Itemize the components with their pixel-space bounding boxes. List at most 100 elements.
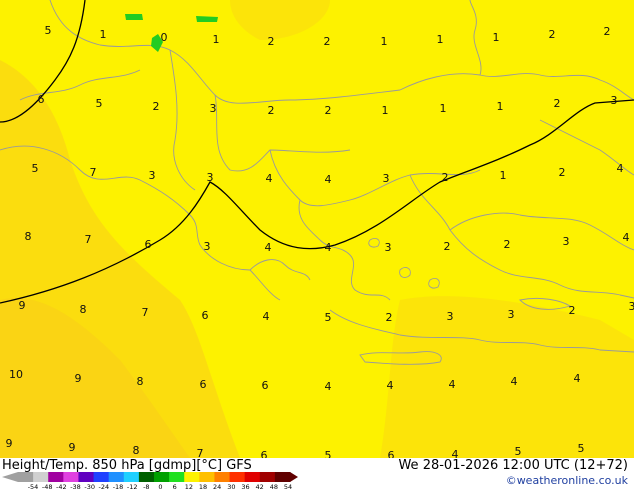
temperature-label: 8 bbox=[25, 230, 32, 243]
temperature-label: 5 bbox=[578, 442, 585, 455]
temperature-label: 2 bbox=[324, 35, 331, 48]
colorbar-segment bbox=[199, 472, 215, 482]
temperature-label: 4 bbox=[511, 375, 518, 388]
colorbar-segment bbox=[63, 472, 79, 482]
temperature-label: 5 bbox=[325, 311, 332, 324]
temperature-label: 5 bbox=[45, 24, 52, 37]
temperature-label: 3 bbox=[207, 171, 214, 184]
colorbar-right-arrow bbox=[290, 472, 298, 482]
temperature-label: 5 bbox=[325, 449, 332, 458]
temperature-label: 3 bbox=[210, 102, 217, 115]
temperature-label: 3 bbox=[204, 240, 211, 253]
temperature-label: 2 bbox=[554, 97, 561, 110]
colorbar-segment bbox=[124, 472, 140, 482]
colorbar-segment bbox=[260, 472, 276, 482]
temperature-label: 6 bbox=[262, 379, 269, 392]
temperature-colorbar bbox=[0, 471, 300, 483]
temperature-label: 2 bbox=[268, 104, 275, 117]
colorbar-segment bbox=[154, 472, 170, 482]
cold-patch bbox=[125, 14, 143, 20]
temperature-label: 5 bbox=[96, 97, 103, 110]
colorbar-left-arrow bbox=[2, 472, 18, 482]
temperature-label: 7 bbox=[85, 233, 92, 246]
temperature-label: 9 bbox=[75, 372, 82, 385]
temperature-label: 9 bbox=[6, 437, 13, 450]
temperature-label: 6 bbox=[38, 93, 45, 106]
temperature-label: 2 bbox=[604, 25, 611, 38]
temperature-label: 2 bbox=[268, 35, 275, 48]
temperature-label: 1 bbox=[437, 33, 444, 46]
colorbar-segment bbox=[139, 472, 155, 482]
temperature-label: 2 bbox=[504, 238, 511, 251]
colorbar-segment bbox=[169, 472, 185, 482]
temperature-label: 5 bbox=[32, 162, 39, 175]
temperature-label: 4 bbox=[387, 379, 394, 392]
temperature-label: 4 bbox=[325, 380, 332, 393]
temperature-label: 2 bbox=[549, 28, 556, 41]
temperature-label: 4 bbox=[325, 241, 332, 254]
temperature-label: 2 bbox=[386, 311, 393, 324]
temperature-label: 4 bbox=[574, 372, 581, 385]
temperature-label: 4 bbox=[263, 310, 270, 323]
colorbar-segment bbox=[214, 472, 230, 482]
temperature-label: 7 bbox=[197, 447, 204, 458]
colorbar-segment bbox=[94, 472, 110, 482]
map-canvas: 5 10 1 2 2 1 1 1 2 2 6 5 2 3 2 2 1 1 1 2 3 5 7 3 3 4 4 3 2 1 2 4 8 7 6 3 4 4 3… bbox=[0, 0, 634, 458]
colorbar-segment bbox=[18, 472, 34, 482]
valid-time: We 28-01-2026 12:00 UTC (12+72) bbox=[398, 458, 628, 473]
temperature-label: 4 bbox=[266, 172, 273, 185]
temperature-label: 2 bbox=[444, 240, 451, 253]
temperature-label: 3 bbox=[508, 308, 515, 321]
temperature-label: 4 bbox=[265, 241, 272, 254]
temperature-label: 3 bbox=[385, 241, 392, 254]
temperature-label: 3 bbox=[149, 169, 156, 182]
temperature-label: 8 bbox=[80, 303, 87, 316]
temperature-label: 4 bbox=[452, 448, 459, 458]
temperature-label: 4 bbox=[325, 173, 332, 186]
temperature-label: 5 bbox=[515, 445, 522, 458]
temperature-label: 1 bbox=[100, 28, 107, 41]
temperature-label: 10 bbox=[9, 368, 23, 381]
temperature-label: 2 bbox=[559, 166, 566, 179]
temperature-label: 3 bbox=[563, 235, 570, 248]
temperature-label: 6 bbox=[202, 309, 209, 322]
temperature-label: 7 bbox=[90, 166, 97, 179]
temperature-label: 6 bbox=[200, 378, 207, 391]
temperature-label: 2 bbox=[325, 104, 332, 117]
temperature-label: 3 bbox=[611, 94, 618, 107]
temperature-label: 2 bbox=[153, 100, 160, 113]
temperature-label: 7 bbox=[142, 306, 149, 319]
temperature-label: 0 bbox=[161, 31, 168, 44]
temperature-label: 3 bbox=[383, 172, 390, 185]
colorbar-segment bbox=[48, 472, 64, 482]
colorbar-segment bbox=[245, 472, 261, 482]
temperature-label: 3 bbox=[629, 300, 634, 313]
temperature-label: 9 bbox=[19, 299, 26, 312]
colorbar-segment bbox=[33, 472, 49, 482]
temperature-label: 8 bbox=[137, 375, 144, 388]
temperature-label: 4 bbox=[449, 378, 456, 391]
colorbar-segment bbox=[230, 472, 246, 482]
temperature-label: 8 bbox=[133, 444, 140, 457]
temperature-label: 6 bbox=[261, 449, 268, 458]
colorbar-segment bbox=[78, 472, 94, 482]
temperature-label: 1 bbox=[382, 104, 389, 117]
temperature-label: 1 bbox=[500, 169, 507, 182]
temperature-label: 1 bbox=[493, 31, 500, 44]
temperature-label: 2 bbox=[569, 304, 576, 317]
temperature-label: 1 bbox=[381, 35, 388, 48]
cold-patch bbox=[196, 16, 218, 22]
temperature-label: 1 bbox=[440, 102, 447, 115]
weather-map: 5 10 1 2 2 1 1 1 2 2 6 5 2 3 2 2 1 1 1 2 3 5 7 3 3 4 4 3 2 1 2 4 8 7 6 3 4 4 3… bbox=[0, 0, 634, 458]
temperature-label: 6 bbox=[388, 449, 395, 458]
colorbar-segment bbox=[275, 472, 291, 482]
site-credit-link[interactable]: ©weatheronline.co.uk bbox=[506, 474, 628, 487]
colorbar-segment bbox=[109, 472, 125, 482]
temperature-label: 1 bbox=[213, 33, 220, 46]
temperature-label: 4 bbox=[623, 231, 630, 244]
temperature-label: 6 bbox=[145, 238, 152, 251]
temperature-label: 2 bbox=[442, 171, 449, 184]
temperature-label: 3 bbox=[447, 310, 454, 323]
temperature-label: 4 bbox=[617, 162, 624, 175]
colorbar-segment bbox=[184, 472, 200, 482]
